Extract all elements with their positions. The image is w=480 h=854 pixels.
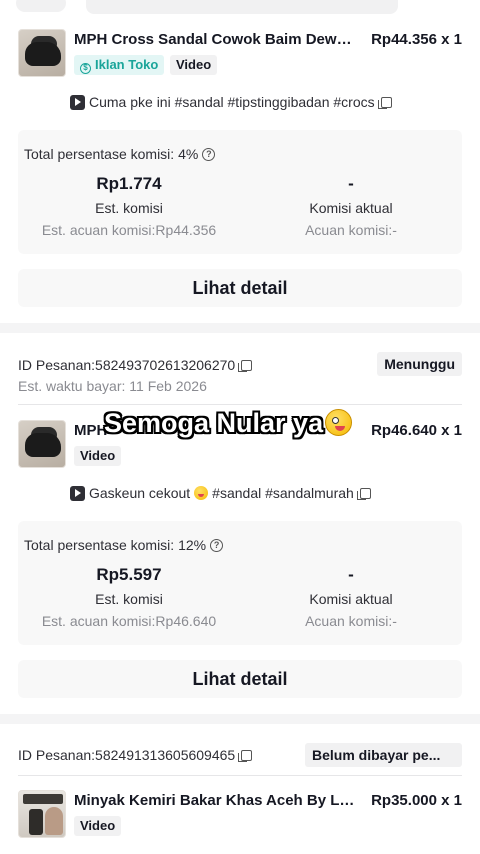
video-caption[interactable]: Cuma pke ini #sandal #tipstinggibadan #c… <box>70 94 392 110</box>
estimated-payment-date: Est. waktu bayar: 11 Feb 2026 <box>18 378 207 394</box>
overlay-text: Semoga Nular ya <box>104 408 324 438</box>
caption-text: Cuma pke ini #sandal #tipstinggibadan #c… <box>89 94 375 110</box>
status-badge: Belum dibayar pe... <box>305 743 462 767</box>
product-thumbnail[interactable] <box>18 29 66 77</box>
product-title[interactable]: MPH Cross Sandal Cowok Baim Dewas... <box>74 31 358 48</box>
divider-line <box>18 775 462 776</box>
product-title[interactable]: Minyak Kemiri Bakar Khas Aceh By Lea... <box>74 792 360 809</box>
divider-line <box>18 404 462 405</box>
order-id: ID Pesanan:582491313605609465 <box>18 747 253 763</box>
actual-commission-value: - <box>348 174 354 193</box>
actual-commission-column: - Komisi aktual Acuan komisi:- <box>240 174 462 238</box>
ad-tag-label: Iklan Toko <box>95 57 159 72</box>
actual-commission-reference: Acuan komisi:- <box>305 222 397 238</box>
status-badge: Menunggu <box>377 352 462 376</box>
product-label-shape <box>23 794 63 804</box>
ad-icon: $ <box>80 63 91 74</box>
est-commission-label: Est. komisi <box>95 591 163 607</box>
commission-panel: Total persentase komisi: 12% ? Rp5.597 E… <box>18 521 462 645</box>
actual-commission-value: - <box>348 565 354 584</box>
copy-icon[interactable] <box>377 96 392 109</box>
commission-title: Total persentase komisi: 12% ? <box>24 537 224 553</box>
zany-face-emoji-icon <box>325 409 353 436</box>
est-commission-value: Rp5.597 <box>96 565 162 584</box>
video-play-icon <box>70 485 85 501</box>
order-id-text: ID Pesanan:582491313605609465 <box>18 747 236 763</box>
help-icon[interactable]: ? <box>210 538 224 552</box>
help-icon[interactable]: ? <box>202 147 216 161</box>
video-tag: Video <box>170 55 218 75</box>
model-face-shape <box>45 807 63 835</box>
top-filter-strip <box>0 0 480 14</box>
actual-commission-label: Komisi aktual <box>309 200 393 216</box>
caption-text: Gaskeun cekout <box>89 485 191 501</box>
product-price: Rp44.356 x 1 <box>371 31 462 48</box>
est-commission-label: Est. komisi <box>95 200 163 216</box>
search-bar[interactable] <box>86 0 398 14</box>
ad-tag: $ Iklan Toko <box>74 55 165 75</box>
commission-title-text: Total persentase komisi: 4% <box>24 146 199 162</box>
order-id-text: ID Pesanan:582493702613206270 <box>18 357 236 373</box>
caption-hashtags: #sandal #sandalmurah <box>212 485 354 501</box>
copy-icon[interactable] <box>356 487 371 500</box>
section-divider <box>0 323 480 333</box>
actual-commission-label: Komisi aktual <box>309 591 393 607</box>
sandal-sole-shape <box>25 433 61 457</box>
product-thumbnail[interactable] <box>18 420 66 468</box>
product-price: Rp35.000 x 1 <box>371 792 462 809</box>
product-thumbnail[interactable] <box>18 790 66 838</box>
video-tag: Video <box>74 816 122 836</box>
video-play-icon <box>70 94 85 110</box>
sandal-sole-shape <box>25 42 61 66</box>
order-id: ID Pesanan:582493702613206270 <box>18 357 253 373</box>
actual-commission-column: - Komisi aktual Acuan komisi:- <box>240 565 462 629</box>
est-commission-reference: Est. acuan komisi:Rp44.356 <box>41 222 217 238</box>
commission-panel: Total persentase komisi: 4% ? Rp1.774 Es… <box>18 130 462 254</box>
copy-order-id-icon[interactable] <box>238 359 253 372</box>
est-commission-value: Rp1.774 <box>96 174 162 193</box>
actual-commission-reference: Acuan komisi:- <box>305 613 397 629</box>
est-commission-reference: Est. acuan komisi:Rp46.640 <box>41 613 217 629</box>
zany-face-emoji-icon <box>194 486 209 500</box>
filter-chip[interactable] <box>16 0 66 12</box>
section-divider <box>0 714 480 724</box>
commission-title-text: Total persentase komisi: 12% <box>24 537 207 553</box>
video-overlay-caption: Semoga Nular ya <box>104 408 353 439</box>
commission-title: Total persentase komisi: 4% ? <box>24 146 216 162</box>
copy-order-id-icon[interactable] <box>238 749 253 762</box>
video-caption[interactable]: Gaskeun cekout #sandal #sandalmurah <box>70 485 371 501</box>
est-commission-column: Rp1.774 Est. komisi Est. acuan komisi:Rp… <box>18 174 240 238</box>
oil-bottle-shape <box>29 809 43 835</box>
video-tag: Video <box>74 446 122 466</box>
product-price: Rp46.640 x 1 <box>371 422 462 439</box>
view-detail-button[interactable]: Lihat detail <box>18 660 462 698</box>
view-detail-button[interactable]: Lihat detail <box>18 269 462 307</box>
est-commission-column: Rp5.597 Est. komisi Est. acuan komisi:Rp… <box>18 565 240 629</box>
